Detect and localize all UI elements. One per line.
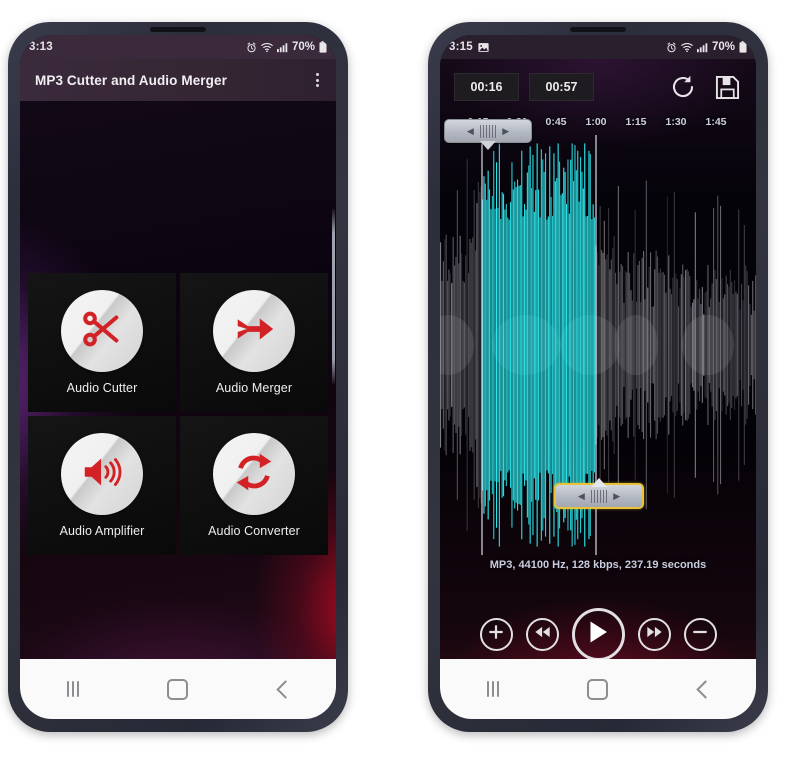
- merge-arrow-icon: [231, 306, 277, 357]
- tile-audio-converter[interactable]: Audio Converter: [180, 416, 328, 555]
- right-status-bar: 3:15 70%: [440, 35, 756, 59]
- playback-controls: [440, 608, 756, 661]
- speaker-loud-icon: [79, 449, 125, 500]
- recents-button[interactable]: [45, 669, 101, 709]
- fast-forward-button[interactable]: [637, 618, 671, 651]
- editor-toolbar: 00:16 00:57: [440, 61, 756, 113]
- plus-icon: [488, 624, 504, 645]
- ruler-tick: 1:00: [585, 116, 607, 128]
- status-time: 3:13: [29, 41, 53, 53]
- battery-percent: 70%: [291, 41, 315, 53]
- right-phone-frame: 3:15 70% 00:16 00:57 0:45 1:00 1:15 1:30…: [428, 22, 768, 732]
- audio-merger-disc: [213, 290, 295, 372]
- refresh-convert-icon: [231, 449, 277, 500]
- left-app-content: MP3 Cutter and Audio Merger Audio Cutter…: [20, 59, 336, 683]
- scissors-icon: [79, 306, 125, 357]
- back-icon: [696, 679, 715, 699]
- earpiece-speaker: [150, 27, 206, 32]
- start-time-field[interactable]: 00:16: [454, 73, 519, 101]
- end-pointer-icon: [591, 478, 607, 487]
- fast-forward-icon: [646, 625, 663, 644]
- chevron-right-icon: ▶: [502, 125, 510, 136]
- play-button[interactable]: [571, 608, 625, 661]
- ruler-tick: 1:30: [665, 116, 687, 128]
- home-icon: [587, 678, 609, 700]
- signal-icon: [276, 42, 288, 53]
- start-pointer-icon: [480, 141, 496, 150]
- end-time-field[interactable]: 00:57: [529, 73, 594, 101]
- alarm-icon: [246, 42, 257, 53]
- file-info-label: MP3, 44100 Hz, 128 kbps, 237.19 seconds: [489, 559, 707, 571]
- tile-label: Audio Amplifier: [59, 524, 145, 538]
- home-button[interactable]: [570, 669, 626, 709]
- zoom-in-button[interactable]: [479, 618, 513, 651]
- tile-audio-merger[interactable]: Audio Merger: [180, 273, 328, 412]
- app-bar: MP3 Cutter and Audio Merger: [20, 59, 336, 101]
- home-button[interactable]: [150, 669, 206, 709]
- earpiece-speaker: [570, 27, 626, 32]
- tile-audio-amplifier[interactable]: Audio Amplifier: [28, 416, 176, 555]
- tile-audio-cutter[interactable]: Audio Cutter: [28, 273, 176, 412]
- photo-icon: [478, 42, 489, 53]
- left-nav-bar: [20, 659, 336, 719]
- chevron-left-icon: ◀: [577, 490, 585, 501]
- ruler-tick: 0:45: [545, 116, 567, 128]
- recents-button[interactable]: [465, 669, 521, 709]
- home-icon: [167, 678, 189, 700]
- status-time: 3:15: [449, 41, 473, 53]
- app-title: MP3 Cutter and Audio Merger: [35, 72, 227, 88]
- back-icon: [276, 679, 295, 699]
- left-phone-frame: 3:13 70% MP3 Cutter and Audio Merger Aud…: [8, 22, 348, 732]
- save-floppy-icon[interactable]: [710, 70, 744, 104]
- right-phone-screen: 3:15 70% 00:16 00:57 0:45 1:00 1:15 1:30…: [440, 35, 756, 719]
- wifi-icon: [681, 42, 693, 53]
- selection-end-handle[interactable]: ◀ ▶: [554, 478, 644, 509]
- grip-icon: [590, 489, 608, 503]
- back-button[interactable]: [675, 669, 731, 709]
- minus-icon: [692, 624, 708, 645]
- right-nav-bar: [440, 659, 756, 719]
- recents-icon: [66, 681, 79, 697]
- kebab-menu-icon[interactable]: [312, 69, 323, 91]
- audio-converter-disc: [213, 433, 295, 515]
- alarm-icon: [666, 42, 677, 53]
- refresh-icon[interactable]: [666, 70, 700, 104]
- ruler-tick: 1:45: [705, 116, 727, 128]
- recents-icon: [486, 681, 499, 697]
- rewind-button[interactable]: [525, 618, 559, 651]
- zoom-out-button[interactable]: [683, 618, 717, 651]
- feature-grid: Audio Cutter Audio Merger Audio Amplifie…: [28, 273, 328, 555]
- audio-cutter-disc: [61, 290, 143, 372]
- tile-label: Audio Cutter: [66, 381, 138, 395]
- left-phone-screen: 3:13 70% MP3 Cutter and Audio Merger Aud…: [20, 35, 336, 719]
- tile-label: Audio Converter: [208, 524, 300, 538]
- chevron-right-icon: ▶: [613, 490, 621, 501]
- selection-start-marker: [481, 135, 483, 555]
- tile-label: Audio Merger: [215, 381, 293, 395]
- scrollbar[interactable]: [332, 209, 335, 384]
- grip-icon: [479, 124, 497, 138]
- play-icon: [587, 620, 609, 649]
- battery-percent: 70%: [711, 41, 735, 53]
- signal-icon: [696, 42, 708, 53]
- left-status-bar: 3:13 70%: [20, 35, 336, 59]
- back-button[interactable]: [255, 669, 311, 709]
- rewind-icon: [534, 625, 551, 644]
- ruler-tick: 1:15: [625, 116, 647, 128]
- battery-icon: [319, 41, 327, 53]
- chevron-left-icon: ◀: [466, 125, 474, 136]
- wifi-icon: [261, 42, 273, 53]
- audio-amplifier-disc: [61, 433, 143, 515]
- editor-screen: 00:16 00:57 0:45 1:00 1:15 1:30 1:45 ◀ ▶…: [440, 59, 756, 683]
- battery-icon: [739, 41, 747, 53]
- selection-start-handle[interactable]: ◀ ▶: [444, 119, 532, 150]
